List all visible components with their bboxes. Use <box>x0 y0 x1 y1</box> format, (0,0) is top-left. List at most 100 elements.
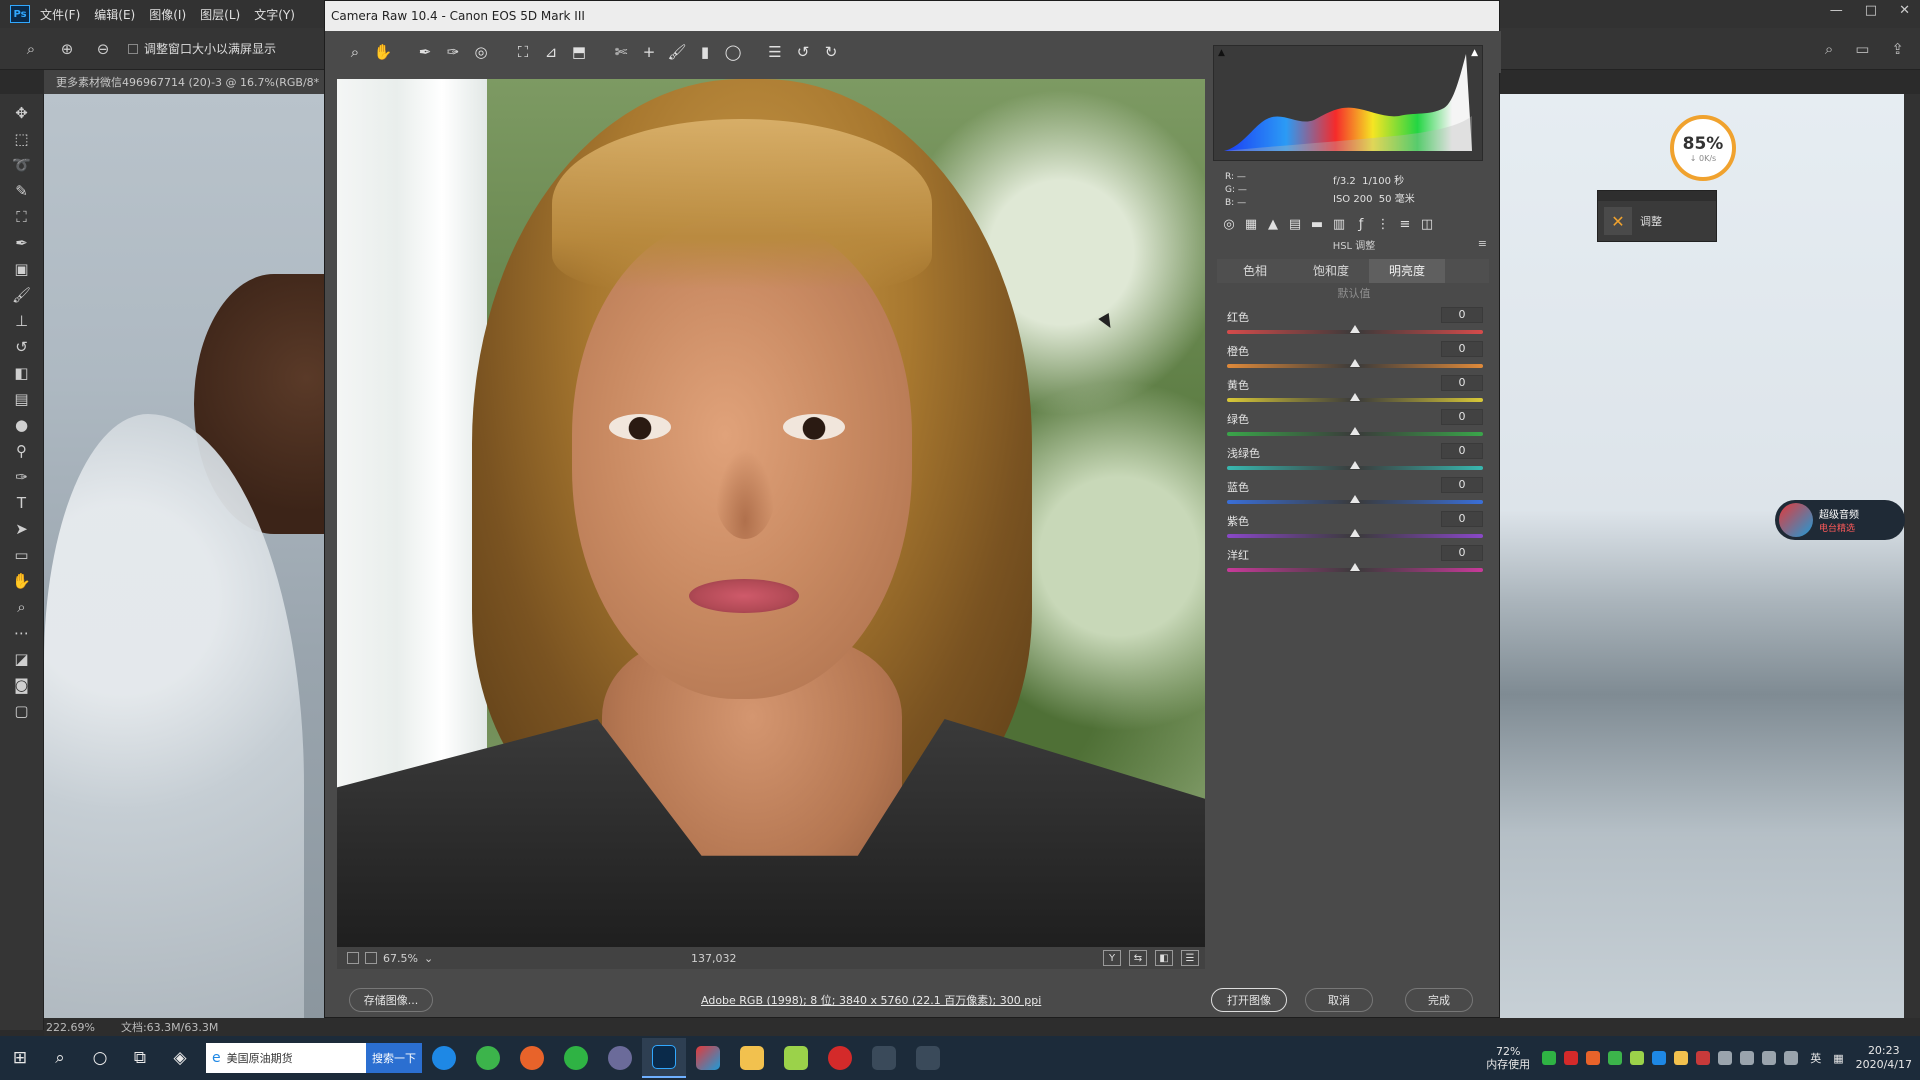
zoom-in-box-icon[interactable] <box>365 952 377 964</box>
vertical-scrollbar[interactable] <box>1904 94 1920 1018</box>
zoom-tool-side-icon[interactable]: ⌕ <box>7 594 37 620</box>
quick-select-icon[interactable]: ✎ <box>7 178 37 204</box>
slider-value-input[interactable]: 0 <box>1441 511 1483 527</box>
slider-value-input[interactable]: 0 <box>1441 443 1483 459</box>
tray-app-icon[interactable] <box>1652 1051 1667 1065</box>
lens-corrections-icon[interactable]: ▥ <box>1331 216 1347 232</box>
volume-icon[interactable] <box>1762 1051 1777 1065</box>
maximize-button[interactable]: □ <box>1865 3 1877 18</box>
windows-start-icon[interactable]: ⊞ <box>0 1038 40 1078</box>
straighten-icon[interactable]: ⊿ <box>537 39 565 65</box>
wechat-app[interactable] <box>554 1038 598 1078</box>
memory-usage[interactable]: 72% 内存使用 <box>1486 1045 1530 1071</box>
screen-mode-icon[interactable]: ▢ <box>7 698 37 724</box>
path-select-icon[interactable]: ➤ <box>7 516 37 542</box>
slider-thumb[interactable] <box>1350 495 1360 503</box>
workflow-options-link[interactable]: Adobe RGB (1998); 8 位; 3840 x 5760 (22.1… <box>701 992 1041 1008</box>
panel-menu-icon[interactable]: ≡ <box>1478 237 1487 250</box>
tray-app-icon[interactable] <box>1674 1051 1689 1065</box>
slider-thumb[interactable] <box>1350 325 1360 333</box>
share-icon[interactable]: ⇪ <box>1891 40 1904 58</box>
slider-value-input[interactable]: 0 <box>1441 307 1483 323</box>
slider-thumb[interactable] <box>1350 563 1360 571</box>
cortana-icon[interactable]: ○ <box>80 1038 120 1078</box>
color-swatch-icon[interactable]: ◪ <box>7 646 37 672</box>
blur-tool-icon[interactable]: ● <box>7 412 37 438</box>
rotate-right-icon[interactable]: ↻ <box>817 39 845 65</box>
hand-tool-icon[interactable]: ✋ <box>7 568 37 594</box>
split-toning-icon[interactable]: ▬ <box>1309 216 1325 232</box>
search-icon[interactable]: ⌕ <box>1825 40 1833 58</box>
close-button[interactable]: ✕ <box>1899 3 1910 18</box>
tray-app-icon[interactable] <box>1696 1051 1711 1065</box>
tab-luminance[interactable]: 明亮度 <box>1369 259 1445 283</box>
zoom-icon[interactable]: ⌕ <box>341 39 369 65</box>
eyedropper-icon[interactable]: ✒ <box>7 230 37 256</box>
slider-value-input[interactable]: 0 <box>1441 375 1483 391</box>
file-explorer-app[interactable] <box>730 1038 774 1078</box>
resize-window-checkbox[interactable]: 调整窗口大小以满屏显示 <box>128 40 276 57</box>
zoom-control[interactable]: 67.5% ⌄ <box>347 952 433 965</box>
music-ad-badge[interactable]: 超级音频 电台精选 <box>1775 500 1905 540</box>
zoom-out-icon[interactable]: ⊖ <box>92 38 114 60</box>
color-sampler-icon[interactable]: ✑ <box>439 39 467 65</box>
tray-app-icon[interactable] <box>1586 1051 1601 1065</box>
pen-tool-icon[interactable]: ✑ <box>7 464 37 490</box>
zoom-in-icon[interactable]: ⊕ <box>56 38 78 60</box>
task-view-icon[interactable]: ⧉ <box>120 1038 160 1078</box>
targeted-adjust-icon[interactable]: ◎ <box>467 39 495 65</box>
lasso-tool-icon[interactable]: ➰ <box>7 152 37 178</box>
shape-tool-icon[interactable]: ▭ <box>7 542 37 568</box>
photo-preview[interactable] <box>337 79 1205 947</box>
save-image-button[interactable]: 存储图像... <box>349 988 433 1012</box>
toggle-settings-icon[interactable]: ☰ <box>1181 950 1199 966</box>
snapshots-icon[interactable]: ◫ <box>1419 216 1435 232</box>
spot-removal-icon[interactable]: ✄ <box>607 39 635 65</box>
menu-file[interactable]: 文件(F) <box>40 6 80 23</box>
photoshop-app[interactable] <box>642 1038 686 1078</box>
white-balance-icon[interactable]: ✒ <box>411 39 439 65</box>
adjust-label[interactable]: 调整 <box>1640 213 1662 229</box>
open-image-button[interactable]: 打开图像 <box>1211 988 1287 1012</box>
browser360-app[interactable] <box>466 1038 510 1078</box>
tone-curve-icon[interactable]: ▦ <box>1243 216 1259 232</box>
zoom-out-box-icon[interactable] <box>347 952 359 964</box>
history-brush-icon[interactable]: ↺ <box>7 334 37 360</box>
marquee-tool-icon[interactable]: ⬚ <box>7 126 37 152</box>
eraser-icon[interactable]: ◧ <box>7 360 37 386</box>
chevron-down-icon[interactable]: ⌄ <box>424 952 433 965</box>
swap-icon[interactable]: ⇆ <box>1129 950 1147 966</box>
edge-app[interactable] <box>422 1038 466 1078</box>
detail-icon[interactable]: ▲ <box>1265 216 1281 232</box>
slider-thumb[interactable] <box>1350 359 1360 367</box>
type-tool-icon[interactable]: T <box>7 490 37 516</box>
checkbox-box[interactable] <box>128 43 138 54</box>
stamp-tool-icon[interactable]: ⊥ <box>7 308 37 334</box>
tab-hue[interactable]: 色相 <box>1217 259 1293 283</box>
adjust-brush-icon[interactable]: 🖌 <box>663 39 691 65</box>
dodge-tool-icon[interactable]: ⚲ <box>7 438 37 464</box>
slider-value-input[interactable]: 0 <box>1441 409 1483 425</box>
workspace-icon[interactable]: ▭ <box>1855 40 1869 58</box>
calendar-icon[interactable]: ▦ <box>1833 1052 1843 1065</box>
media-app[interactable] <box>686 1038 730 1078</box>
menu-edit[interactable]: 编辑(E) <box>94 6 135 23</box>
mic-icon[interactable] <box>1718 1051 1733 1065</box>
shadow-clip-icon[interactable]: ▲ <box>1218 48 1225 58</box>
graduated-filter-icon[interactable]: ▮ <box>691 39 719 65</box>
tool-app-1[interactable] <box>862 1038 906 1078</box>
hsl-panel-icon[interactable]: ▤ <box>1287 216 1303 232</box>
redeye-icon[interactable]: + <box>635 39 663 65</box>
tab-saturation[interactable]: 饱和度 <box>1293 259 1369 283</box>
more-tools-icon[interactable]: ⋯ <box>7 620 37 646</box>
hand-icon[interactable]: ✋ <box>369 39 397 65</box>
highlight-clip-icon[interactable]: ▲ <box>1471 48 1478 58</box>
menu-layer[interactable]: 图层(L) <box>200 6 240 23</box>
effects-icon[interactable]: ƒ <box>1353 216 1369 232</box>
browser-icon[interactable]: ◈ <box>160 1038 200 1078</box>
quick-mask-icon[interactable]: ◙ <box>7 672 37 698</box>
menu-type[interactable]: 文字(Y) <box>254 6 295 23</box>
basic-panel-icon[interactable]: ◎ <box>1221 216 1237 232</box>
mini-panel-header[interactable] <box>1598 191 1716 201</box>
slider-thumb[interactable] <box>1350 393 1360 401</box>
